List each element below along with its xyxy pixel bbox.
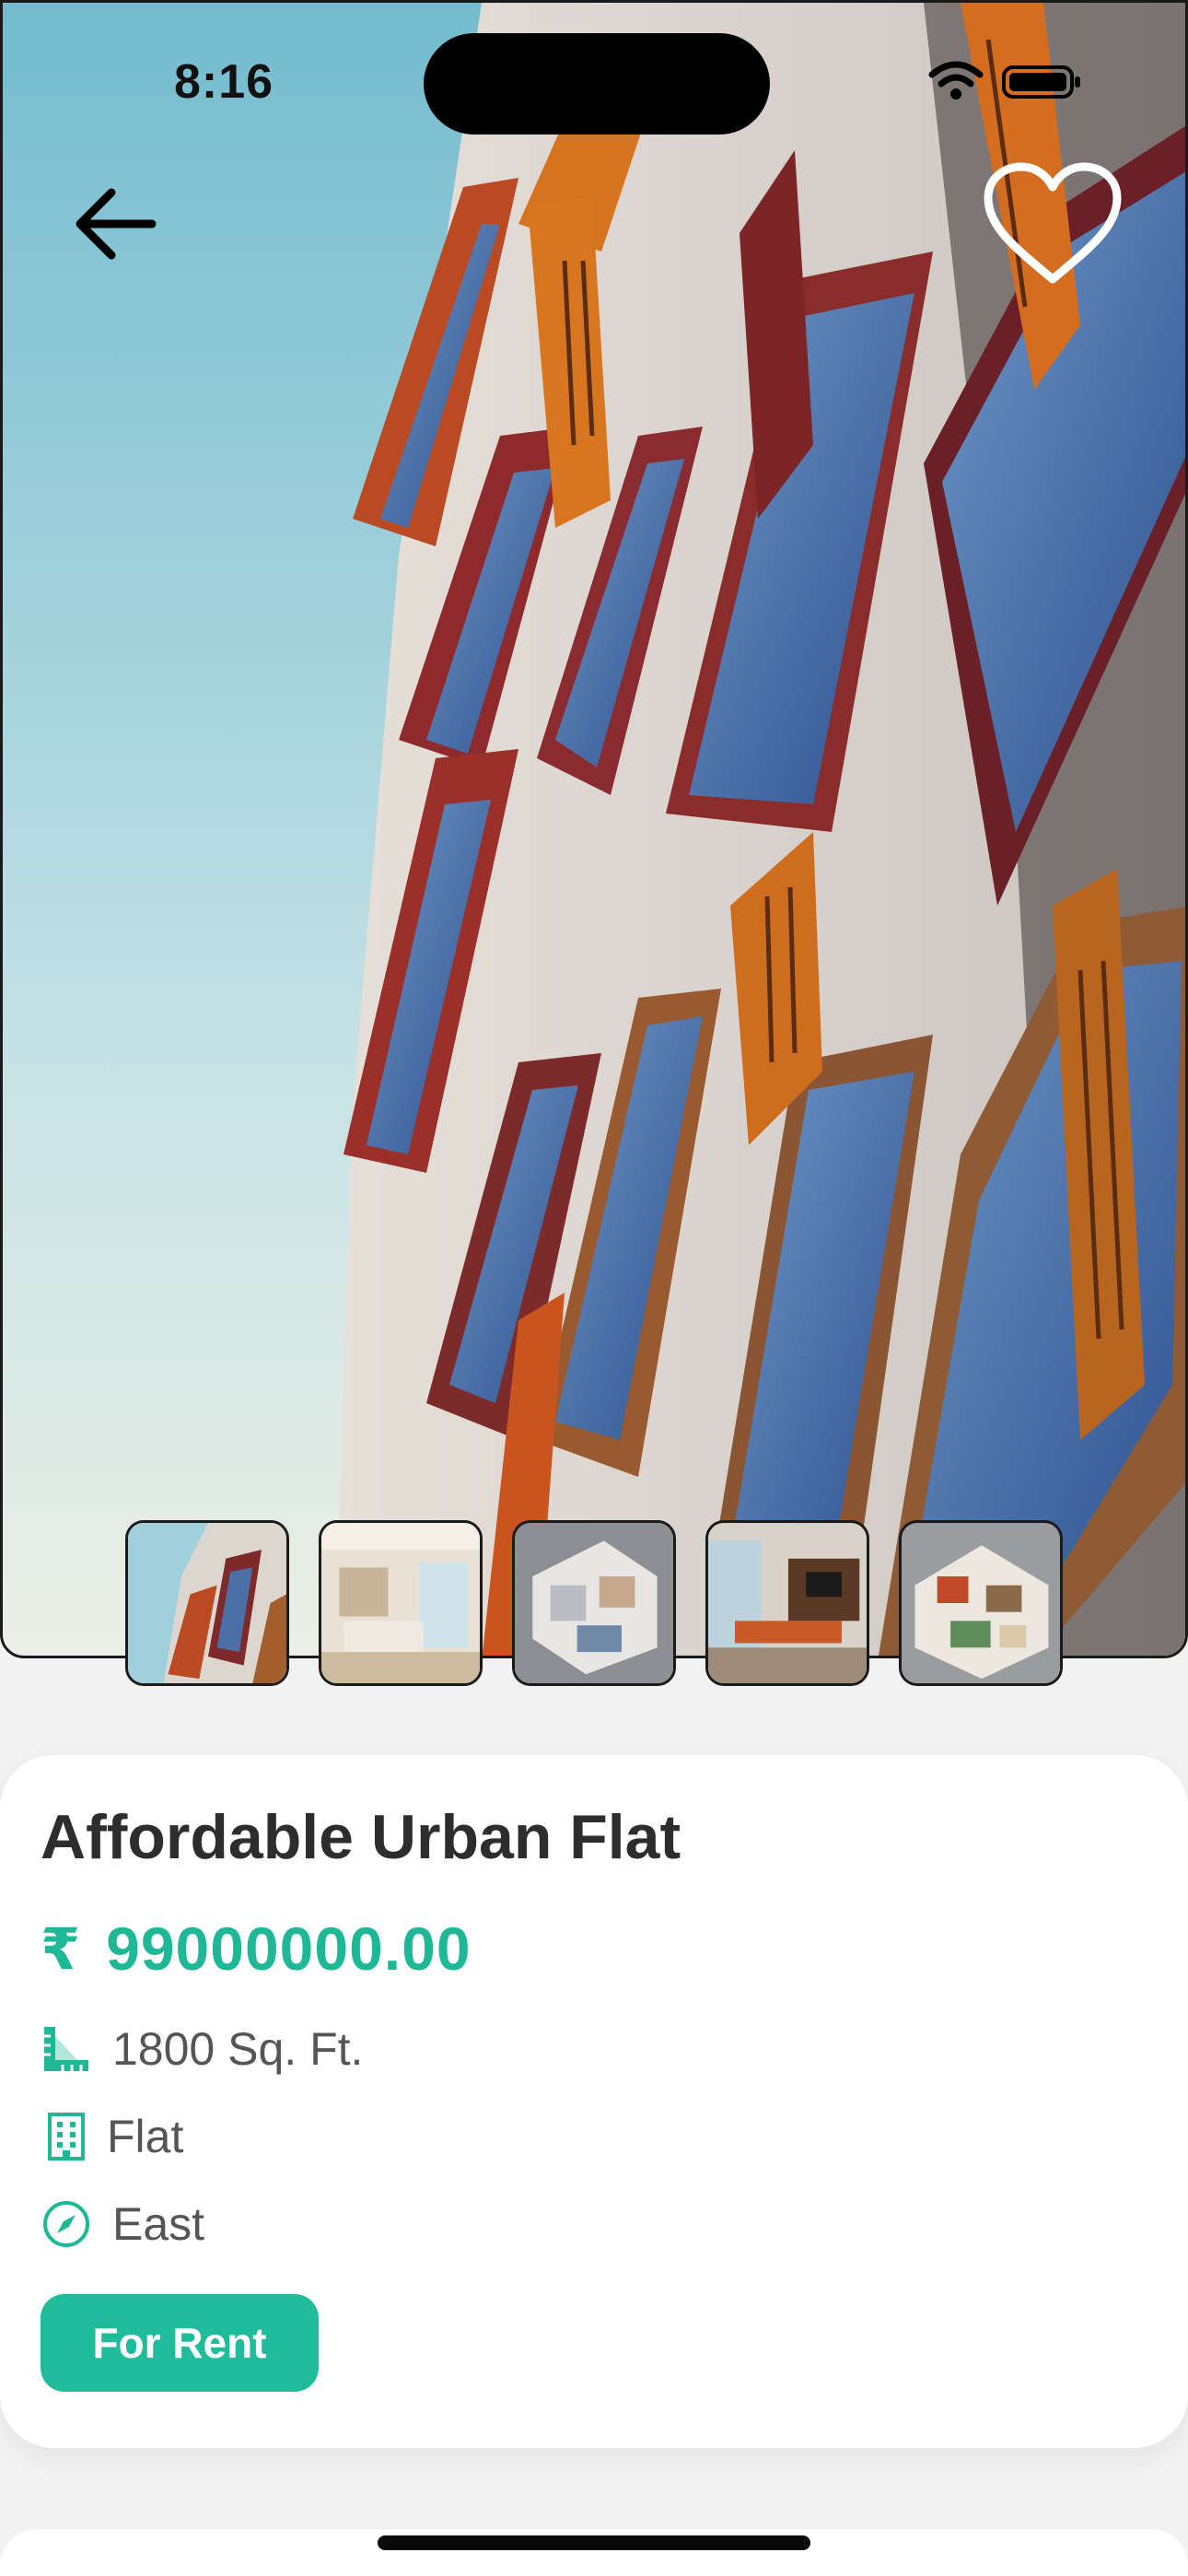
type-label: Flat	[107, 2111, 184, 2162]
facing-row: East	[41, 2197, 204, 2251]
rupee-icon: ₹	[41, 1914, 81, 1983]
building-thumbnail-image	[128, 1523, 286, 1683]
thumbnail-building[interactable]	[125, 1520, 289, 1686]
status-time: 8:16	[174, 55, 274, 109]
hero-image: 8:16	[0, 0, 1188, 1658]
property-price: 99000000.00	[106, 1914, 472, 1983]
area-row: 1800 Sq. Ft.	[41, 2022, 363, 2076]
ruler-icon	[41, 2023, 92, 2075]
furnished-plan-thumbnail-image	[902, 1523, 1060, 1683]
thumbnail-floor-plan[interactable]	[512, 1520, 676, 1686]
thumbnail-strip	[125, 1520, 1065, 1688]
thumbnail-dining-area[interactable]	[705, 1520, 869, 1686]
favorite-button[interactable]	[974, 155, 1131, 293]
compass-icon	[41, 2198, 92, 2250]
price-row: ₹ 99000000.00	[41, 1914, 472, 1984]
back-button[interactable]	[60, 169, 170, 279]
home-indicator	[378, 2535, 810, 2550]
facing-label: East	[112, 2198, 205, 2250]
battery-icon	[1002, 65, 1080, 99]
dynamic-island	[424, 33, 770, 135]
arrow-left-icon	[76, 188, 157, 260]
type-row: Flat	[41, 2110, 183, 2163]
thumbnail-living-room[interactable]	[319, 1520, 483, 1686]
building-icon	[41, 2111, 92, 2162]
property-title: Affordable Urban Flat	[41, 1802, 681, 1872]
heart-outline-icon	[984, 162, 1122, 284]
listing-type-button[interactable]: For Rent	[41, 2294, 319, 2392]
wifi-icon	[928, 61, 984, 100]
thumbnail-furnished-plan[interactable]	[899, 1520, 1063, 1686]
property-details-card: Affordable Urban Flat ₹ 99000000.00 1800…	[0, 1755, 1188, 2448]
dining-area-thumbnail-image	[708, 1523, 867, 1683]
living-room-thumbnail-image	[321, 1523, 480, 1683]
floor-plan-thumbnail-image	[515, 1523, 673, 1683]
area-label: 1800 Sq. Ft.	[112, 2023, 364, 2075]
